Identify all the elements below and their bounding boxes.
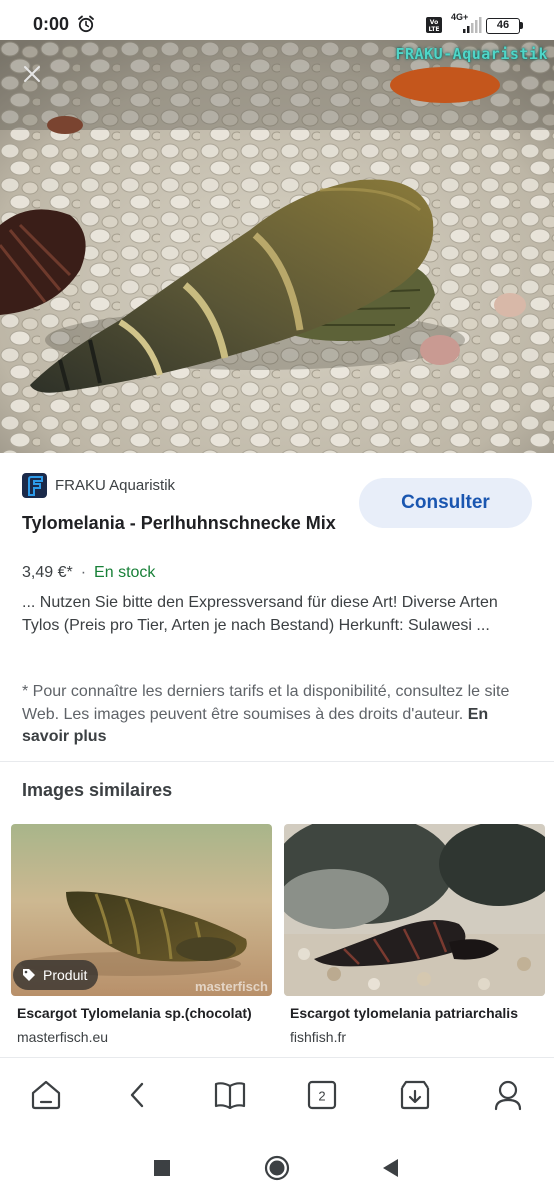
result-title[interactable]: Tylomelania - Perlhuhnschnecke Mix (22, 509, 342, 537)
tabs-count: 2 (318, 1089, 325, 1104)
svg-text:LTE: LTE (428, 26, 439, 33)
svg-text:Vo: Vo (430, 19, 438, 26)
disclaimer-text: * Pour connaître les derniers tarifs et … (22, 683, 510, 723)
similar-source-1: masterfisch.eu (17, 1029, 109, 1045)
similar-title-1[interactable]: Escargot Tylomelania sp.(chocolat) (17, 1005, 272, 1021)
close-button[interactable] (16, 58, 48, 90)
price-row: 3,49 €* · En stock (22, 564, 155, 582)
tag-icon (23, 969, 35, 981)
status-bar: 0:00 Vo LTE 4G+ 46 (0, 0, 554, 40)
similar-title-2[interactable]: Escargot tylomelania patriarchalis (290, 1005, 545, 1021)
thumb-watermark: masterfisch (195, 979, 268, 994)
home-button[interactable] (29, 1078, 63, 1112)
disclaimer: * Pour connaître les derniers tarifs et … (22, 681, 534, 749)
back-icon (130, 1082, 144, 1108)
snail-thumb-2 (284, 824, 545, 996)
separator: · (80, 564, 87, 581)
system-nav-bar (0, 1133, 554, 1200)
profile-icon (494, 1080, 522, 1111)
result-description: ... Nutzen Sie bitte den Expressversand … (22, 594, 498, 634)
bookmarks-button[interactable] (213, 1078, 247, 1112)
product-badge: Produit (13, 960, 99, 990)
volte-icon: Vo LTE (426, 17, 442, 33)
similar-card-2[interactable]: Escargot tylomelania patriarchalis fishf… (284, 824, 545, 1045)
signal-icon (463, 17, 482, 33)
downloads-button[interactable] (398, 1078, 432, 1112)
fraku-logo-icon (27, 475, 43, 496)
profile-button[interactable] (491, 1078, 525, 1112)
product-badge-label: Produit (43, 967, 88, 983)
tabs-icon: 2 (307, 1080, 337, 1110)
similar-thumb-2[interactable] (284, 824, 545, 996)
source-logo (22, 473, 47, 498)
similar-heading: Images similaires (22, 780, 173, 800)
image-watermark: FRAKU-Aquaristik (395, 45, 548, 63)
alarm-icon (78, 15, 94, 33)
bottom-toolbar: 2 (0, 1057, 554, 1133)
back-button[interactable] (121, 1078, 155, 1112)
tabs-button[interactable]: 2 (305, 1078, 339, 1112)
hero-image[interactable]: FRAKU-Aquaristik (0, 40, 554, 453)
battery-nub (520, 22, 523, 29)
close-icon (24, 66, 40, 82)
back-triangle-icon (383, 1159, 398, 1177)
bookmarks-icon (214, 1082, 246, 1109)
status-time: 0:00 (33, 14, 70, 34)
recents-button[interactable] (149, 1155, 175, 1181)
recents-icon (154, 1160, 170, 1176)
home-nav-button[interactable] (264, 1155, 290, 1181)
battery-icon: 46 (486, 18, 520, 34)
battery-level: 46 (496, 19, 510, 31)
stock-status: En stock (94, 564, 156, 581)
similar-source-2: fishfish.fr (290, 1029, 347, 1045)
price: 3,49 €* (22, 564, 73, 581)
home-icon (31, 1080, 61, 1110)
source-name: FRAKU Aquaristik (55, 477, 176, 494)
similar-thumb-1[interactable]: Produit masterfisch (11, 824, 272, 996)
source-row[interactable]: FRAKU Aquaristik (22, 473, 175, 498)
visit-button[interactable]: Consulter (359, 478, 532, 528)
back-nav-button[interactable] (377, 1155, 403, 1181)
home-circle-icon (264, 1155, 290, 1181)
similar-card-1[interactable]: Produit masterfisch Escargot Tylomelania… (11, 824, 272, 1045)
snail-photo (0, 40, 554, 453)
downloads-icon (400, 1080, 430, 1110)
divider (0, 761, 554, 762)
